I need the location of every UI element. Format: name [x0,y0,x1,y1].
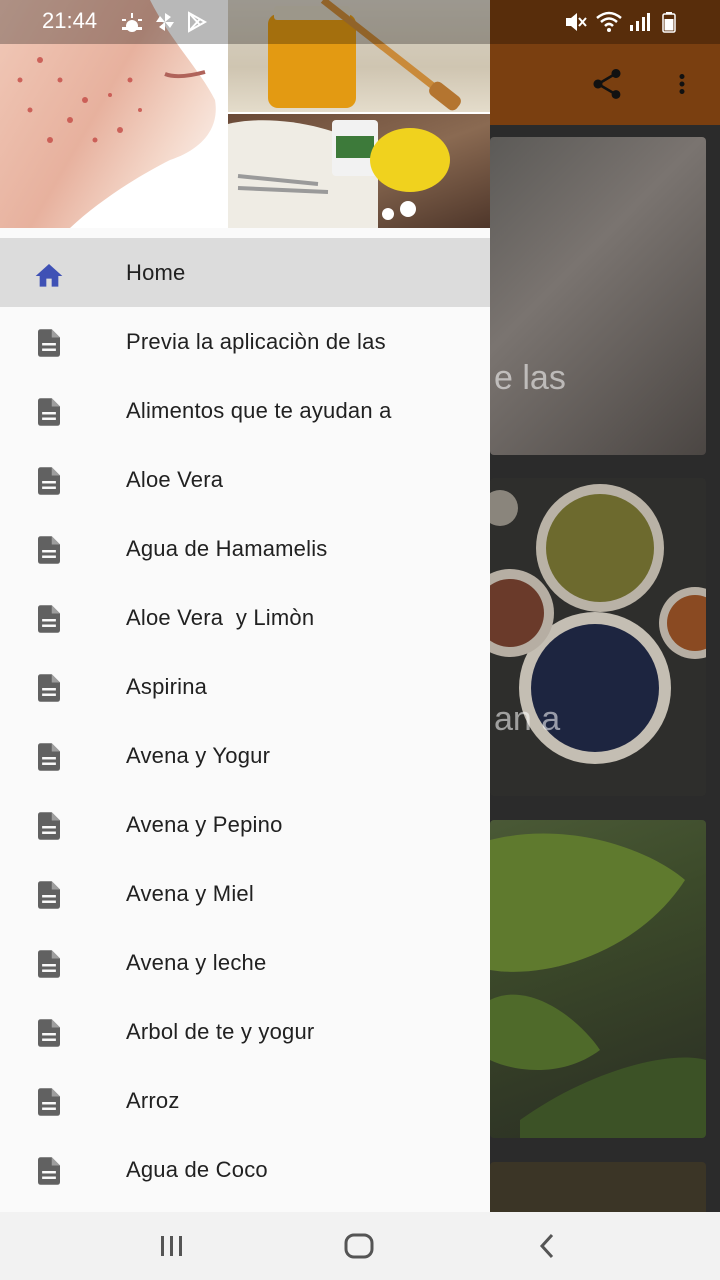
menu-item-avena-leche[interactable]: Avena y leche [0,928,490,997]
menu-item-alimentos[interactable]: Alimentos que te ayudan a [0,376,490,445]
menu-item-label: Home [126,259,186,285]
remedies-image [228,114,490,228]
menu-item-aloe-vera[interactable]: Aloe Vera [0,445,490,514]
menu-item-label: Aloe Vera y Limòn [126,604,315,630]
menu-item-label: Avena y Yogur [126,742,271,768]
menu-item-label: Agua de Hamamelis [126,535,328,561]
status-bar: 21:44 [0,0,720,44]
document-icon [33,743,65,771]
menu-item-agua-coco[interactable]: Agua de Coco [0,1135,490,1204]
document-icon [33,812,65,840]
recents-icon [161,1236,182,1256]
menu-item-home[interactable]: Home [0,238,490,307]
menu-item-label: Aloe Vera [126,466,224,492]
back-button[interactable] [525,1230,569,1262]
article-card[interactable] [490,820,706,1138]
document-icon [33,674,65,702]
home-circle-icon [344,1233,374,1259]
document-icon [33,467,65,495]
menu-item-aspirina[interactable]: Aspirina [0,652,490,721]
menu-item-label: Arroz [126,1087,180,1113]
menu-item-avena-pepino[interactable]: Avena y Pepino [0,790,490,859]
menu-item-arbol-te-yogur[interactable]: Arbol de te y yogur [0,997,490,1066]
document-icon [33,329,65,357]
menu-item-avena-miel[interactable]: Avena y Miel [0,859,490,928]
menu-item-label: Agua de Coco [126,1156,268,1182]
share-icon[interactable] [585,62,629,106]
back-icon [539,1233,554,1259]
wifi-icon [595,9,623,35]
pinwheel-icon [154,9,176,35]
document-icon [33,950,65,978]
document-icon [33,1088,65,1116]
menu-item-label: Previa la aplicaciòn de las [126,328,386,354]
menu-item-label: Avena y Miel [126,880,254,906]
aloe-image [490,833,706,1138]
recents-button[interactable] [150,1230,194,1262]
home-icon [33,260,65,288]
menu-item-previa[interactable]: Previa la aplicaciòn de las [0,307,490,376]
drawer-menu: Home Previa la aplicaciòn de las Aliment… [0,238,490,1204]
mute-icon [564,9,588,35]
article-card[interactable]: an a [490,478,706,796]
home-button[interactable] [337,1230,381,1262]
document-icon [33,605,65,633]
document-icon [33,1019,65,1047]
menu-item-label: Alimentos que te ayudan a [126,397,392,423]
document-icon [33,536,65,564]
document-icon [33,881,65,909]
article-card[interactable]: e las [490,137,706,455]
menu-item-label: Arbol de te y yogur [126,1018,315,1044]
menu-item-arroz[interactable]: Arroz [0,1066,490,1135]
menu-item-aloe-limon[interactable]: Aloe Vera y Limòn [0,583,490,652]
card-title: e las [494,359,566,397]
card-title: an a [494,700,561,738]
battery-icon [662,9,676,35]
food-bowls-image [490,484,706,764]
menu-item-label: Avena y leche [126,949,267,975]
menu-item-avena-yogur[interactable]: Avena y Yogur [0,721,490,790]
signal-icon [628,9,650,35]
menu-item-label: Aspirina [126,673,208,699]
play-store-icon [186,9,208,35]
navigation-drawer: Home Previa la aplicaciòn de las Aliment… [0,0,490,1212]
status-time: 21:44 [42,8,98,33]
weather-icon [120,9,144,35]
menu-item-agua-hamamelis[interactable]: Agua de Hamamelis [0,514,490,583]
document-icon [33,1157,65,1185]
menu-item-label: Avena y Pepino [126,811,283,837]
system-nav-bar [0,1212,720,1280]
more-vert-icon[interactable] [660,62,704,106]
document-icon [33,398,65,426]
